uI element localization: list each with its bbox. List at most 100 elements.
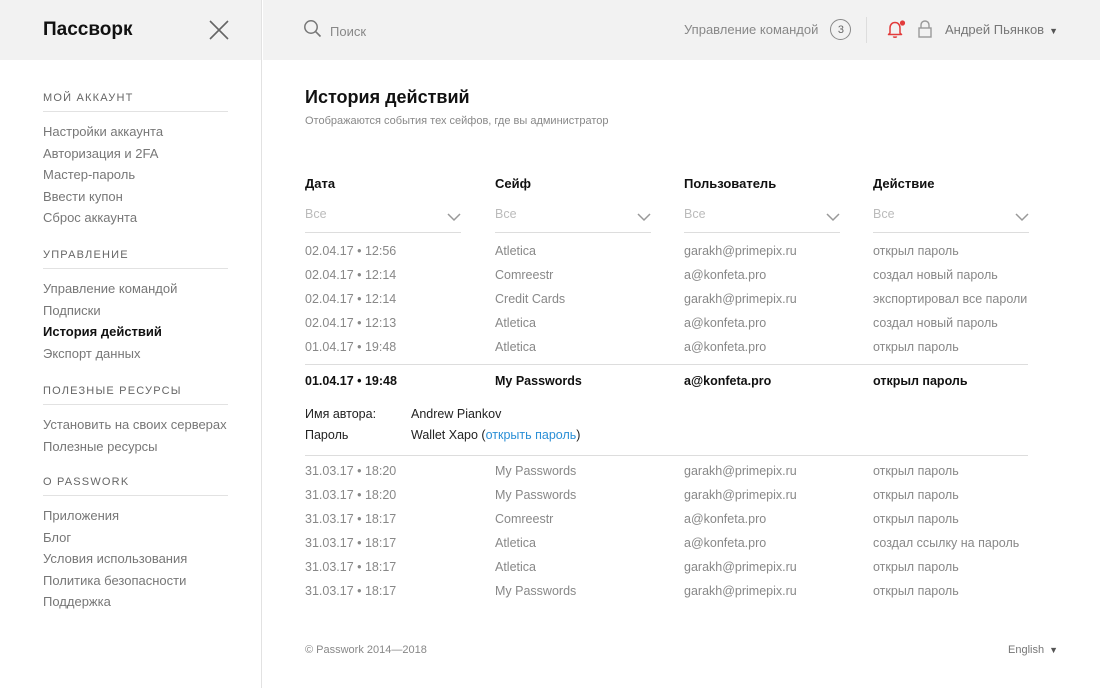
cell-action: открыл пароль [873,512,959,526]
cell-user: garakh@primepix.ru [684,464,797,478]
sidebar: Пассворк Мой аккаунт Настройки аккаунта … [0,0,262,688]
cell-vault: Atletica [495,560,536,574]
table-row[interactable]: 02.04.17 • 12:14 Comreestr a@konfeta.pro… [305,268,1065,292]
table-row[interactable]: 31.03.17 • 18:20 My Passwords garakh@pri… [305,488,1065,512]
cell-user: a@konfeta.pro [684,340,767,354]
sidebar-item-security-policy[interactable]: Политика безопасности [43,570,228,592]
cell-action: открыл пароль [873,584,959,598]
sidebar-item-team-management[interactable]: Управление командой [43,278,228,300]
cell-action: открыл пароль [873,560,959,574]
user-name: Андрей Пьянков [945,22,1045,37]
cell-vault: Atletica [495,340,536,354]
page-subtitle: Отображаются события тех сейфов, где вы … [305,115,609,127]
team-management-label: Управление командой [684,22,819,37]
sidebar-item-data-export[interactable]: Экспорт данных [43,343,228,365]
sidebar-item-apps[interactable]: Приложения [43,505,228,527]
sidebar-item-self-hosted[interactable]: Установить на своих серверах [43,414,228,436]
table-row[interactable]: 02.04.17 • 12:13 Atletica a@konfeta.pro … [305,316,1065,340]
row-divider [305,455,1028,456]
chevron-down-icon [1015,209,1029,227]
filter-value: Все [305,207,327,221]
table-row[interactable]: 31.03.17 • 18:17 Atletica a@konfeta.pro … [305,536,1065,560]
cell-date: 31.03.17 • 18:20 [305,488,397,502]
cell-vault: My Passwords [495,488,577,502]
header-divider [866,17,867,43]
language-select[interactable]: English ▼ [1008,644,1058,656]
cell-user: a@konfeta.pro [684,512,767,526]
section-title: Мой аккаунт [43,92,228,112]
chevron-down-icon [826,209,840,227]
footer-copyright: © Passwork 2014—2018 [305,644,427,656]
cell-vault: Comreestr [495,268,554,282]
filter-action-select[interactable]: Все [873,202,1029,233]
sidebar-item-blog[interactable]: Блог [43,527,228,549]
cell-date: 02.04.17 • 12:14 [305,268,397,282]
close-icon[interactable] [207,18,231,42]
table-row[interactable]: 02.04.17 • 12:56 Atletica garakh@primepi… [305,244,1065,268]
cell-date: 01.04.17 • 19:48 [305,374,397,388]
caret-down-icon: ▼ [1049,645,1058,655]
page-title: История действий [305,87,470,107]
section-title: О Passwork [43,476,228,496]
lock-icon[interactable] [917,19,933,44]
filter-value: Все [495,207,517,221]
sidebar-item-terms[interactable]: Условия использования [43,548,228,570]
user-menu[interactable]: Андрей Пьянков ▼ [945,22,1058,37]
table-row[interactable]: 31.03.17 • 18:20 My Passwords garakh@pri… [305,464,1065,488]
cell-vault: Comreestr [495,512,554,526]
cell-date: 31.03.17 • 18:17 [305,560,397,574]
cell-date: 31.03.17 • 18:17 [305,536,397,550]
team-management-link[interactable]: Управление командой 3 [684,19,852,40]
cell-action: открыл пароль [873,374,968,388]
table-row[interactable]: 02.04.17 • 12:14 Credit Cards garakh@pri… [305,292,1065,316]
cell-user: a@konfeta.pro [684,268,767,282]
cell-date: 31.03.17 • 18:20 [305,464,397,478]
filter-value: Все [684,207,706,221]
cell-action: экспортировал все пароли [873,292,1028,306]
sidebar-item-useful-resources[interactable]: Полезные ресурсы [43,436,228,458]
cell-action: создал ссылку на пароль [873,536,1020,550]
sidebar-item-support[interactable]: Поддержка [43,591,228,613]
search-input[interactable]: Поиск [303,19,366,43]
table-row[interactable]: 01.04.17 • 19:48 Atletica a@konfeta.pro … [305,340,1065,364]
top-bar: Поиск Управление командой 3 Андрей Пьянк… [263,0,1100,60]
table-row[interactable]: 31.03.17 • 18:17 Atletica garakh@primepi… [305,560,1065,584]
cell-vault: Atletica [495,244,536,258]
chevron-down-icon [637,209,651,227]
language-value: English [1008,644,1045,656]
cell-vault: Atletica [495,536,536,550]
brand-logo[interactable]: Пассворк [43,19,133,41]
search-placeholder: Поиск [330,23,367,39]
cell-vault: My Passwords [495,374,582,388]
sidebar-item-reset-account[interactable]: Сброс аккаунта [43,207,228,229]
search-icon [303,19,322,43]
filter-date-select[interactable]: Все [305,202,461,233]
cell-user: a@konfeta.pro [684,374,772,388]
sidebar-item-auth-2fa[interactable]: Авторизация и 2FA [43,143,228,165]
cell-user: garakh@primepix.ru [684,292,797,306]
table-row[interactable]: 31.03.17 • 18:17 My Passwords garakh@pri… [305,584,1065,608]
cell-date: 02.04.17 • 12:13 [305,316,397,330]
sidebar-item-coupon[interactable]: Ввести купон [43,186,228,208]
filter-user-select[interactable]: Все [684,202,840,233]
sidebar-item-activity-history[interactable]: История действий [43,321,228,343]
chevron-down-icon [447,209,461,227]
column-header-action: Действие [873,176,935,191]
cell-action: создал новый пароль [873,268,998,282]
column-header-vault: Сейф [495,176,531,191]
open-password-link[interactable]: открыть пароль [486,428,577,442]
table-row[interactable]: 31.03.17 • 18:17 Comreestr a@konfeta.pro… [305,512,1065,536]
cell-action: открыл пароль [873,340,959,354]
filter-vault-select[interactable]: Все [495,202,651,233]
row-divider [305,364,1028,365]
column-header-date: Дата [305,176,336,191]
sidebar-item-account-settings[interactable]: Настройки аккаунта [43,121,228,143]
sidebar-section-management: Управление Управление командой Подписки … [43,249,228,364]
cell-vault: My Passwords [495,464,577,478]
cell-user: a@konfeta.pro [684,316,767,330]
sidebar-item-subscriptions[interactable]: Подписки [43,300,228,322]
column-header-user: Пользователь [684,176,777,191]
bell-icon[interactable] [886,19,906,44]
cell-user: garakh@primepix.ru [684,488,797,502]
sidebar-item-master-password[interactable]: Мастер-пароль [43,164,228,186]
